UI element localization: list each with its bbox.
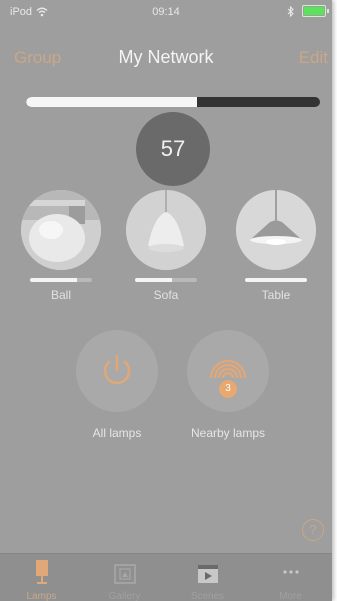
- signal-icon: [209, 359, 247, 398]
- status-right: [287, 5, 329, 17]
- lamp-level-fill: [135, 278, 173, 282]
- sofa-lamp-thumbnail: [126, 190, 206, 270]
- scenes-icon: [197, 565, 218, 583]
- lamp-item-ball[interactable]: Ball: [19, 190, 103, 302]
- lamp-item-sofa[interactable]: Sofa: [124, 190, 208, 302]
- page-title: My Network: [118, 47, 214, 67]
- brightness-value-badge: 57: [136, 112, 210, 186]
- tab-lamps[interactable]: Lamps: [0, 554, 83, 601]
- lamp-name: Sofa: [153, 288, 179, 302]
- status-bar: iPod 09:14: [0, 0, 332, 24]
- lamp-level-fill: [245, 278, 307, 282]
- brightness-slider-fill: [26, 97, 197, 107]
- lamp-level-bar: [245, 278, 307, 282]
- lamp-level-fill: [30, 278, 77, 282]
- edit-button[interactable]: Edit: [299, 48, 328, 68]
- lamp-icon: [35, 560, 48, 584]
- help-icon[interactable]: ?: [302, 519, 324, 541]
- lamp-item-table[interactable]: Table: [234, 190, 318, 302]
- tab-bar: Lamps Gallery Scenes More: [0, 553, 332, 601]
- battery-icon: [302, 5, 329, 17]
- app-screen: iPod 09:14 Group My Network Edit 57 Ball…: [0, 0, 332, 601]
- nearby-lamps-button[interactable]: 3 Nearby lamps: [173, 330, 283, 440]
- nearby-lamps-label: Nearby lamps: [190, 426, 266, 440]
- all-lamps-label: All lamps: [92, 426, 142, 440]
- lamp-name: Table: [261, 288, 291, 302]
- more-icon: [282, 570, 299, 574]
- tab-more[interactable]: More: [249, 554, 332, 601]
- tab-scenes[interactable]: Scenes: [166, 554, 249, 601]
- lamp-name: Ball: [50, 288, 71, 302]
- status-time: 09:14: [152, 6, 180, 18]
- gallery-icon: [113, 564, 136, 584]
- ball-lamp-thumbnail: [21, 190, 101, 270]
- power-icon: [103, 354, 131, 385]
- tab-label: Scenes: [190, 591, 225, 601]
- bluetooth-icon: [287, 5, 294, 17]
- lamp-level-bar: [135, 278, 197, 282]
- lamp-level-bar: [30, 278, 92, 282]
- brightness-slider[interactable]: [26, 97, 320, 107]
- tab-label: Lamps: [26, 591, 57, 601]
- all-lamps-circle: [76, 330, 158, 412]
- tab-label: Gallery: [108, 591, 141, 601]
- table-lamp-thumbnail: [236, 190, 316, 270]
- tab-gallery[interactable]: Gallery: [83, 554, 166, 601]
- nav-bar: Group My Network Edit: [0, 40, 332, 74]
- nearby-count-badge: 3: [225, 383, 231, 394]
- nearby-lamps-circle: 3: [187, 330, 269, 412]
- all-lamps-button[interactable]: All lamps: [62, 330, 172, 440]
- tab-label: More: [279, 591, 302, 601]
